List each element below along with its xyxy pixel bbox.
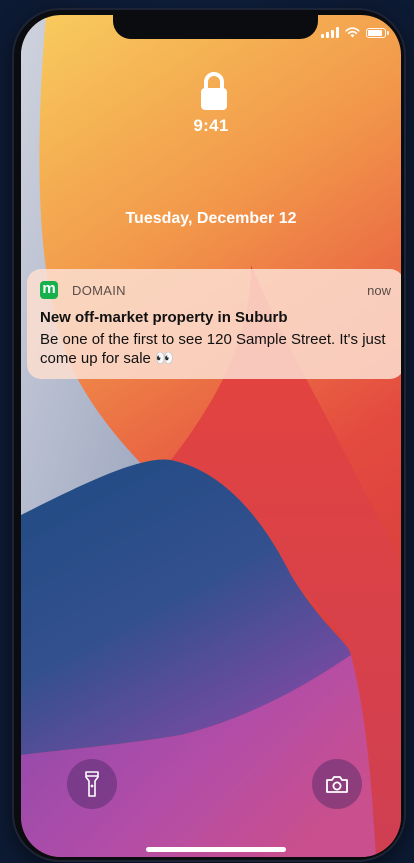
notch xyxy=(113,15,318,39)
domain-app-icon: m xyxy=(40,281,58,299)
battery-icon xyxy=(366,27,389,38)
camera-button[interactable] xyxy=(312,759,362,809)
signal-icon xyxy=(321,27,339,38)
camera-icon xyxy=(326,776,348,793)
wallpaper xyxy=(21,15,401,857)
home-indicator[interactable] xyxy=(146,847,286,852)
wifi-icon xyxy=(345,27,360,38)
status-bar xyxy=(321,27,389,38)
lock-screen-date: Tuesday, December 12 xyxy=(125,210,297,227)
lock-screen: 9:41 Tuesday, December 12 m DOMAIN now N… xyxy=(21,15,401,857)
lock-icon xyxy=(201,72,227,110)
notification-app-name: DOMAIN xyxy=(72,282,126,298)
flashlight-button[interactable] xyxy=(67,759,117,809)
page: 9:41 Tuesday, December 12 m DOMAIN now N… xyxy=(0,0,414,863)
notification-time: now xyxy=(367,282,391,298)
flashlight-icon xyxy=(85,771,99,797)
lock-screen-time: 9:41 xyxy=(193,116,229,135)
notification-header: m DOMAIN now xyxy=(40,281,391,299)
notification-card[interactable]: m DOMAIN now New off-market property in … xyxy=(27,269,401,379)
notification-title: New off-market property in Suburb xyxy=(40,309,288,326)
notification-body: Be one of the first to see 120 Sample St… xyxy=(40,331,386,367)
